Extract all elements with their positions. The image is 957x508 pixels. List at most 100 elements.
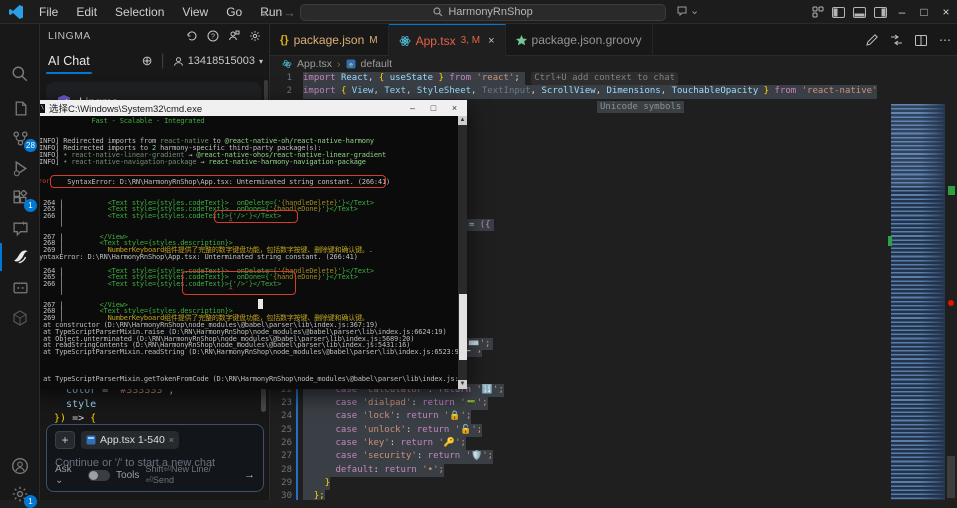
menu-file[interactable]: File bbox=[32, 3, 65, 21]
user-icon bbox=[173, 56, 184, 67]
code-line: 23 case 'dialpad': return '📟'; bbox=[270, 397, 504, 410]
scroll-down-icon[interactable]: ▼ bbox=[458, 380, 467, 389]
mode-selector[interactable]: Ask ⌄ bbox=[55, 464, 82, 486]
add-context-button[interactable]: + bbox=[55, 431, 75, 449]
editor-scrollbar[interactable] bbox=[945, 56, 957, 500]
chat-input-card[interactable]: + App.tsx 1-540 × Continue or '/' to sta… bbox=[46, 424, 264, 492]
share-user-icon[interactable] bbox=[228, 30, 240, 42]
activity-settings[interactable]: 1 bbox=[0, 480, 40, 508]
nav-forward-icon[interactable]: → bbox=[283, 5, 296, 20]
window-close-button[interactable]: × bbox=[935, 0, 957, 24]
cmd-scroll-thumb[interactable] bbox=[459, 294, 467, 360]
terminal-cursor bbox=[258, 299, 263, 309]
scroll-up-icon[interactable]: ▲ bbox=[458, 116, 467, 125]
cmd-minimize-button[interactable]: – bbox=[404, 103, 421, 113]
breadcrumb[interactable]: App.tsx › e default bbox=[270, 56, 957, 72]
help-icon[interactable]: ? bbox=[207, 30, 219, 42]
cmd-title-text: 选择C:\Windows\System32\cmd.exe bbox=[49, 101, 400, 115]
minimap-added-marker bbox=[888, 236, 892, 246]
tab-close-icon[interactable]: × bbox=[488, 35, 494, 47]
code-line: 26 case 'key': return '🔑'; bbox=[270, 437, 504, 450]
history-icon[interactable] bbox=[186, 30, 198, 42]
chevron-down-icon: ▾ bbox=[259, 57, 263, 66]
terminal-line: SyntaxError: D:\RN\HarmonyRnShop\App.tsx… bbox=[35, 254, 457, 261]
toggle-sidebar-icon[interactable] bbox=[828, 0, 849, 24]
window-minimize-button[interactable]: – bbox=[891, 0, 913, 24]
menu-selection[interactable]: Selection bbox=[108, 3, 171, 21]
breadcrumb-file[interactable]: App.tsx bbox=[297, 58, 332, 70]
svg-text:?: ? bbox=[211, 33, 215, 40]
chat-bubble-icon bbox=[676, 5, 688, 17]
react-icon-small bbox=[282, 59, 292, 69]
cmd-close-button[interactable]: × bbox=[446, 103, 463, 113]
activity-explorer[interactable] bbox=[0, 94, 40, 122]
chat-code-snippet: color = '#333333', style}) => { bbox=[54, 384, 260, 426]
nav-back-icon[interactable]: ← bbox=[260, 5, 273, 20]
window-maximize-button[interactable]: □ bbox=[913, 0, 935, 24]
cmd-maximize-button[interactable]: □ bbox=[425, 103, 442, 113]
chip-close-icon[interactable]: × bbox=[169, 435, 174, 445]
more-actions-icon[interactable]: ⋯ bbox=[939, 33, 951, 47]
terminal-line: at TypeScriptParserMixin.readString (D:\… bbox=[35, 349, 457, 356]
scrollbar-thumb[interactable] bbox=[947, 456, 955, 498]
code-line: 1import React, { useState } from 'react'… bbox=[270, 72, 877, 85]
copilot-chat-button[interactable]: ⌄ bbox=[676, 4, 699, 17]
activity-accounts[interactable] bbox=[0, 452, 40, 480]
cmd-window[interactable]: C:\ 选择C:\Windows\System32\cmd.exe – □ × … bbox=[30, 100, 467, 389]
terminal-line bbox=[35, 166, 457, 173]
activity-lingma[interactable] bbox=[0, 243, 40, 271]
terminal-line bbox=[35, 125, 457, 132]
context-chip[interactable]: App.tsx 1-540 × bbox=[81, 431, 179, 449]
code-line: 28 default: return '•'; bbox=[270, 464, 504, 477]
settings-gear-icon[interactable] bbox=[249, 30, 261, 42]
cmd-output[interactable]: error Fast - Scalable - Integrated [INFO… bbox=[30, 116, 467, 389]
vscode-logo bbox=[8, 4, 24, 20]
tab-ai-chat[interactable]: AI Chat bbox=[46, 54, 92, 68]
json-braces-icon: {} bbox=[280, 34, 289, 46]
activity-package[interactable] bbox=[0, 304, 40, 332]
tab-app-tsx[interactable]: App.tsx3, M × bbox=[389, 24, 506, 56]
tab-bar: {} package.jsonM App.tsx3, M × package.j… bbox=[270, 24, 957, 56]
error-highlight-box-1 bbox=[50, 175, 386, 188]
breadcrumb-symbol[interactable]: default bbox=[361, 58, 393, 70]
activity-remote-explorer[interactable] bbox=[0, 274, 40, 302]
snippet-scrollbar[interactable] bbox=[261, 386, 266, 412]
tools-label: Tools bbox=[116, 470, 139, 481]
customize-layout-icon[interactable] bbox=[807, 0, 828, 24]
sidebar-title: LINGMA bbox=[48, 30, 186, 42]
activity-extensions[interactable]: 1 bbox=[0, 184, 40, 212]
new-chat-icon[interactable]: ⊕ bbox=[142, 53, 153, 69]
cmd-title-bar[interactable]: C:\ 选择C:\Windows\System32\cmd.exe – □ × bbox=[30, 100, 467, 116]
open-changes-icon[interactable] bbox=[890, 34, 903, 46]
activity-bar: 28 1 1 bbox=[0, 24, 40, 500]
code-line: 25 case 'unlock': return '🔓'; bbox=[270, 424, 504, 437]
code-line: 29 } bbox=[270, 477, 504, 490]
activity-source-control[interactable]: 28 bbox=[0, 124, 40, 152]
cmd-scrollbar[interactable]: ▲ ▼ bbox=[458, 116, 467, 389]
menu-go[interactable]: Go bbox=[219, 3, 249, 21]
file-context-icon bbox=[86, 435, 96, 445]
tab-package-json-groovy[interactable]: package.json.groovy bbox=[506, 24, 653, 56]
minimap[interactable] bbox=[891, 104, 945, 500]
command-center-search[interactable]: HarmonyRnShop bbox=[300, 4, 666, 21]
snippet-line: style bbox=[54, 398, 260, 412]
terminal-line bbox=[35, 356, 457, 363]
tab-package-json[interactable]: {} package.jsonM bbox=[270, 24, 389, 56]
edit-pencil-icon[interactable] bbox=[866, 34, 878, 46]
activity-chat[interactable] bbox=[0, 214, 40, 242]
activity-search[interactable] bbox=[0, 60, 40, 88]
toggle-panel-icon[interactable] bbox=[849, 0, 870, 24]
split-editor-icon[interactable] bbox=[915, 35, 927, 46]
terminal-line bbox=[35, 363, 457, 370]
activity-run-debug[interactable] bbox=[0, 154, 40, 182]
send-button[interactable]: → bbox=[244, 469, 255, 481]
groovy-icon bbox=[516, 35, 527, 46]
code-line: 27 case 'security': return '🛡️'; bbox=[270, 450, 504, 463]
account-id: 13418515003 bbox=[188, 55, 255, 67]
menu-view[interactable]: View bbox=[175, 3, 215, 21]
tools-toggle[interactable] bbox=[88, 470, 110, 481]
menu-edit[interactable]: Edit bbox=[69, 3, 104, 21]
inline-hint: Ctrl+U add context to chat bbox=[531, 72, 678, 85]
account-menu[interactable]: 13418515003 ▾ bbox=[173, 55, 263, 67]
toggle-secondary-sidebar-icon[interactable] bbox=[870, 0, 891, 24]
